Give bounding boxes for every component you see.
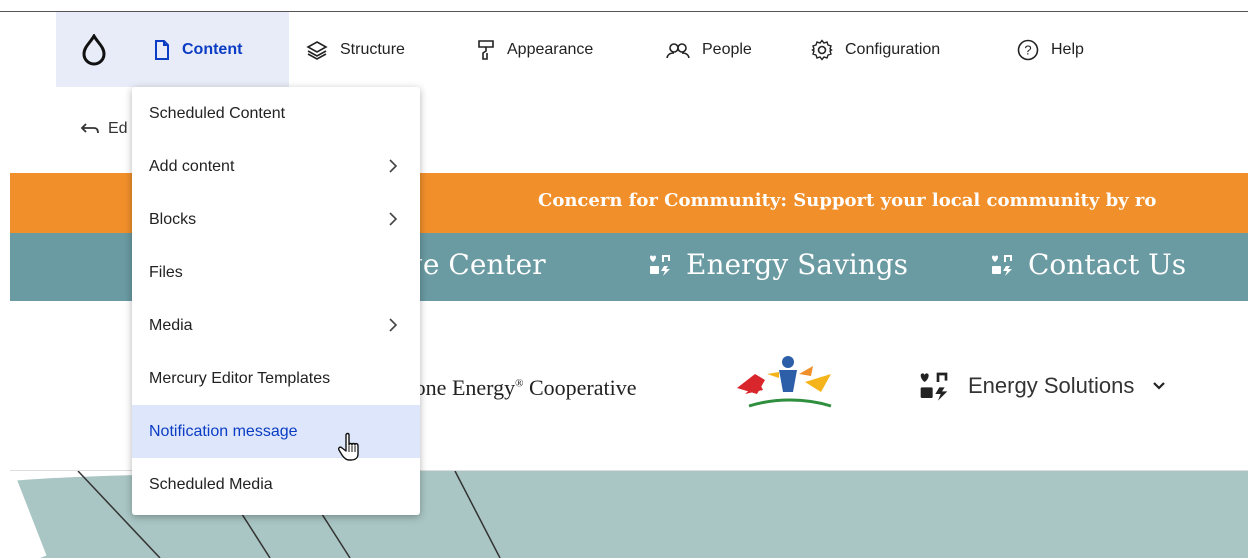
- menu-item-blocks[interactable]: Blocks: [132, 193, 420, 246]
- chevron-right-icon: [389, 212, 398, 226]
- menu-item-media[interactable]: Media: [132, 299, 420, 352]
- menu-item-label: Mercury Editor Templates: [149, 369, 331, 387]
- toolbar-people[interactable]: People: [666, 12, 752, 87]
- site-nav-energy-savings[interactable]: Energy Savings: [648, 248, 908, 281]
- toolbar-appearance-label: Appearance: [507, 40, 594, 58]
- chevron-down-icon: [1153, 382, 1166, 390]
- site-nav-label: ge Center: [405, 248, 546, 281]
- activities-icon: [992, 254, 1012, 276]
- menu-item-add-content[interactable]: Add content: [132, 140, 420, 193]
- toolbar-structure-label: Structure: [340, 40, 405, 58]
- menu-item-mercury-editor-templates[interactable]: Mercury Editor Templates: [132, 352, 420, 405]
- menu-item-label: Files: [149, 263, 183, 281]
- chevron-right-icon: [389, 159, 398, 173]
- gear-icon: [811, 38, 833, 61]
- content-dropdown-menu: Scheduled Content Add content Blocks Fil…: [132, 87, 420, 515]
- activities-icon: [650, 254, 670, 276]
- site-brand-name[interactable]: stone Energy® Cooperative: [400, 375, 636, 401]
- people-icon: [666, 42, 690, 58]
- site-nav-contact-us[interactable]: Contact Us: [990, 248, 1186, 281]
- toolbar-content[interactable]: Content: [132, 12, 289, 87]
- paint-roller-icon: [478, 39, 494, 60]
- energy-solutions-label: Energy Solutions: [968, 373, 1135, 398]
- activities-icon: [920, 372, 948, 401]
- svg-text:?: ?: [1024, 42, 1031, 57]
- menu-item-label: Add content: [149, 157, 235, 175]
- menu-item-label: Scheduled Content: [149, 104, 286, 122]
- menu-item-label: Blocks: [149, 210, 197, 228]
- site-nav-label: Contact Us: [1028, 248, 1187, 281]
- menu-item-label: Notification message: [149, 422, 298, 440]
- drupal-drop-icon: [82, 33, 106, 65]
- back-link[interactable]: Ed: [80, 120, 128, 138]
- site-nav-knowledge-center[interactable]: ge Center: [405, 248, 546, 281]
- menu-item-files[interactable]: Files: [132, 246, 420, 299]
- toolbar-people-label: People: [702, 40, 752, 58]
- help-circle-icon: ?: [1017, 39, 1039, 60]
- menu-item-label: Scheduled Media: [149, 475, 273, 493]
- menu-item-scheduled-media[interactable]: Scheduled Media: [132, 458, 420, 511]
- menu-item-label: Media: [149, 316, 193, 334]
- energy-solutions-menu[interactable]: Energy Solutions: [918, 370, 1166, 402]
- toolbar-configuration-label: Configuration: [845, 40, 941, 58]
- menu-item-notification-message[interactable]: Notification message: [132, 405, 420, 458]
- home-button[interactable]: [56, 12, 132, 87]
- back-arrow-icon: [80, 123, 99, 134]
- toolbar-content-label: Content: [182, 40, 243, 58]
- site-nav-label: Energy Savings: [686, 248, 909, 281]
- toolbar-help[interactable]: ? Help: [1017, 12, 1084, 87]
- toolbar-help-label: Help: [1051, 40, 1084, 58]
- layers-icon: [306, 40, 328, 60]
- chevron-right-icon: [389, 318, 398, 332]
- toolbar-appearance[interactable]: Appearance: [477, 12, 593, 87]
- toolbar-configuration[interactable]: Configuration: [811, 12, 940, 87]
- brand-suffix: Cooperative: [523, 375, 637, 400]
- cooperative-logo: [737, 356, 832, 408]
- menu-item-scheduled-content[interactable]: Scheduled Content: [132, 87, 420, 140]
- back-link-label: Ed: [108, 120, 128, 137]
- toolbar-structure[interactable]: Structure: [306, 12, 405, 87]
- file-icon: [155, 39, 169, 60]
- hand-pointer-cursor-icon: [338, 432, 359, 461]
- page: Content Structure Appearance People Conf…: [0, 0, 1248, 558]
- announcement-text: Concern for Community: Support your loca…: [538, 190, 1157, 211]
